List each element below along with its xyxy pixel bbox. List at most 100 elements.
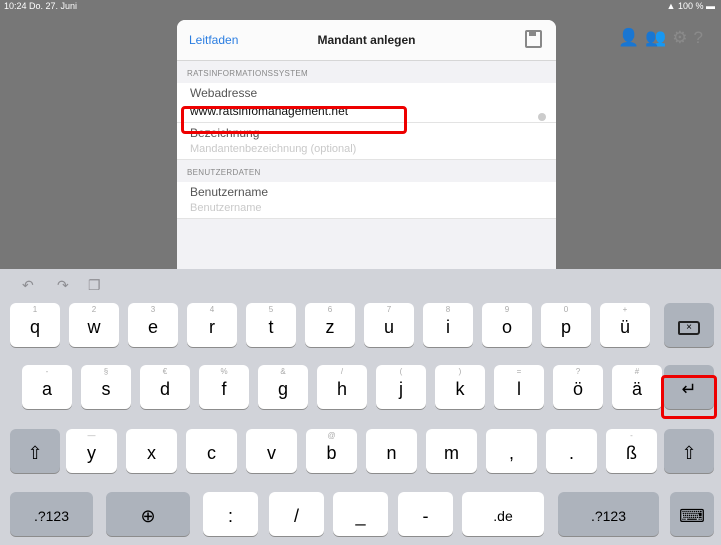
key-hint: 4 [209,305,215,314]
key-f[interactable]: % f [199,365,249,409]
dash-key[interactable]: - [398,492,453,536]
key-x[interactable]: x [126,429,177,473]
person-add-icon[interactable]: 👤 [618,28,639,48]
underscore-key[interactable]: _ [333,492,388,536]
keyboard-hide-icon[interactable]: ⌨ [670,492,714,536]
key-g[interactable]: & g [258,365,308,409]
key-label: l [517,379,521,399]
key-z[interactable]: 6z [305,303,355,347]
key-hint: 7 [386,305,392,314]
key-hint: @ [327,431,336,440]
key-hint: ) [458,367,462,376]
key-.[interactable]: . [546,429,597,473]
key-y[interactable]: — y [66,429,117,473]
key-hint: ? [575,367,581,376]
key-b[interactable]: @ b [306,429,357,473]
battery-level: 100 % [677,1,704,11]
delete-icon[interactable]: × [664,303,714,347]
shift-icon-left[interactable]: ⇧ [10,429,60,473]
key-label: ö [572,379,583,399]
key-o[interactable]: 9o [482,303,532,347]
key-label: k [455,379,465,399]
key-label: e [147,317,158,337]
key-e[interactable]: 3e [128,303,178,347]
key-r[interactable]: 4r [187,303,237,347]
key-,[interactable]: , [486,429,537,473]
key-label: d [159,379,170,399]
keyboard-row-2: - a § s € d% f & g / h(j) k = l? ö # ä ↵ [0,365,721,412]
key-ö[interactable]: ? ö [553,365,603,409]
key-label: ß [626,443,637,463]
undo-icon[interactable]: ↶ [22,277,34,294]
key-ä[interactable]: # ä [612,365,662,409]
key-h[interactable]: / h [317,365,367,409]
key-hint: 5 [268,305,274,314]
clear-icon[interactable] [538,113,546,121]
domain-key[interactable]: .de [462,492,544,536]
section-header-system: RATSINFORMATIONSSYSTEM [187,69,308,78]
settings-icon[interactable]: ⚙ [672,28,687,48]
onscreen-keyboard: ↶ ↷ ❐ 1 q 2 w 3 e 4 r 5 t 6 z 7 u 8 i 9 o 0 p + ü × - a § s € d% f & g… [0,269,721,545]
dialog-header: Leitfaden Mandant anlegen [177,20,556,61]
key-hint: 1 [32,305,38,314]
key-label: x [147,443,156,463]
key-hint: % [220,367,228,376]
key-w[interactable]: 2w [69,303,119,347]
key-ß[interactable]: -ß [606,429,657,473]
key-m[interactable]: m [426,429,477,473]
redo-icon[interactable]: ↷ [57,277,69,294]
key-q[interactable]: 1q [10,303,60,347]
key-label: ü [619,317,630,337]
key-label: ä [631,379,642,399]
key-hint: / [340,367,344,376]
key-label: f [221,379,227,399]
key-j[interactable]: (j [376,365,426,409]
key-u[interactable]: 7u [364,303,414,347]
create-client-dialog: Leitfaden Mandant anlegen RATSINFORMATIO… [177,20,556,275]
key-label: s [101,379,111,399]
key-k[interactable]: ) k [435,365,485,409]
globe-icon[interactable]: ⊕ [106,492,190,536]
key-label: . [568,443,574,463]
key-label: o [501,317,512,337]
key-a[interactable]: -a [22,365,72,409]
key-hint: 8 [445,305,451,314]
numbers-key-right[interactable]: .?123 [558,492,659,536]
save-icon[interactable] [525,30,542,48]
paste-icon[interactable]: ❐ [88,277,101,294]
numbers-key[interactable]: .?123 [10,492,93,536]
key-c[interactable]: c [186,429,237,473]
username-field[interactable]: Benutzername Benutzername [177,182,556,219]
delete-glyph: × [678,321,700,336]
key-v[interactable]: v [246,429,297,473]
key-label: i [446,317,450,337]
key-hint: 9 [504,305,510,314]
slash-key[interactable]: / [269,492,324,536]
key-d[interactable]: € d [140,365,190,409]
key-ü[interactable]: + ü [600,303,650,347]
key-label: n [386,443,397,463]
key-label: r [209,317,215,337]
key-hint: 2 [91,305,97,314]
key-label: m [444,443,459,463]
key-label: j [399,379,403,399]
shift-icon-right[interactable]: ⇧ [664,429,714,473]
highlight-web-address [181,106,407,134]
key-n[interactable]: n [366,429,417,473]
key-t[interactable]: 5t [246,303,296,347]
person-group-icon[interactable]: 👥 [645,28,666,48]
key-hint: - [630,431,633,440]
description-input[interactable]: Mandantenbezeichnung (optional) [190,143,543,155]
key-s[interactable]: § s [81,365,131,409]
username-input[interactable]: Benutzername [190,202,543,214]
key-i[interactable]: 8i [423,303,473,347]
header-icons: 👤 👥 ⚙ ? [618,28,703,48]
key-l[interactable]: = l [494,365,544,409]
key-hint: + [622,305,628,314]
help-icon[interactable]: ? [694,28,703,48]
key-hint: — [87,431,96,440]
key-label: p [560,317,571,337]
keyboard-row-3: — y x c v @ b n m,. - ß ⇧ ⇧ [0,429,721,476]
key-p[interactable]: 0p [541,303,591,347]
colon-key[interactable]: : [203,492,258,536]
